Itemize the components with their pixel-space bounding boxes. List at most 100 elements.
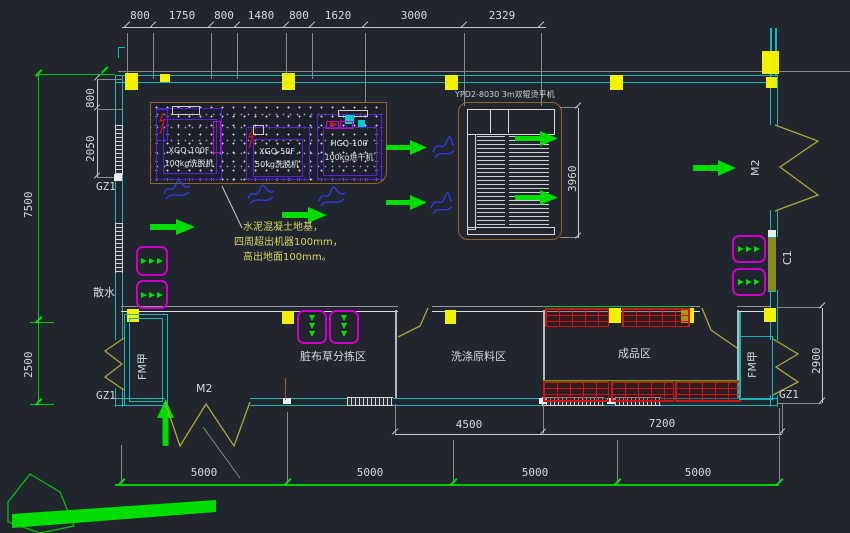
window-c1 [768,237,776,292]
utility-symbol [317,185,347,209]
extension-line [453,440,454,483]
zone-label-finished: 成品区 [618,347,651,360]
dim-top-6: 1620 [316,9,360,22]
column [282,311,294,324]
dim-5000-4: 5000 [673,466,723,479]
laundry-cart [732,235,766,263]
ironer-rollers-left [477,136,505,226]
laundry-cart [136,246,168,276]
extension-line [779,408,780,483]
machine-desc: 100kg洗脱机 [158,159,220,168]
break-line [198,420,258,490]
dim-3960: 3960 [566,166,579,193]
column [125,73,138,90]
door-finished-zone [698,304,740,352]
extension-line [211,33,212,79]
dim-line-left-inner [97,80,98,178]
annotation-line-3: 高出地面100mm。 [243,250,332,265]
shelving-rack [622,308,690,327]
cart-arrows-icon [308,315,316,339]
power-bolt-icon [158,112,166,136]
door-m2-right [772,121,822,213]
annotation-line-2: 四周超出机器100mm， [234,235,343,250]
annotation-line-1: 水泥混凝土地基， [243,220,323,235]
extension-line [617,440,618,483]
column [610,75,623,90]
column [762,51,779,74]
extension-line [287,412,288,483]
cart-arrows-icon [738,245,760,253]
window-bottom-1 [347,397,393,406]
laundry-cart [297,310,327,344]
flow-mini-arrow-icon [330,122,338,127]
column [445,75,458,90]
laundry-cart [732,268,766,296]
dim-top-1: 800 [118,9,162,22]
dim-top-2: 1750 [160,9,204,22]
machine-model: HGQ-100 [318,139,380,148]
door-washing-zone [394,306,434,342]
machine-desc: 50kg洗脱机 [246,160,308,169]
extension-line [777,403,822,404]
dim-line-top [122,27,546,28]
extension-line [312,33,313,79]
dim-left-7500: 7500 [22,192,35,219]
cart-arrows-icon [738,278,760,286]
machine-model: XGQ-50F [246,147,308,156]
flow-arrow-right-icon [515,190,559,205]
mark-gz1-bottomright: GZ1 [779,388,799,401]
laundry-cart [329,310,359,344]
duct-marker [358,120,365,127]
dim-left-800: 800 [84,88,97,108]
ironer-bottom-band [467,227,555,235]
machine-dryer-100kg-body [323,127,377,176]
shelving-rack [545,308,609,327]
column [764,308,776,322]
mark-fm-right: FM甲 [746,351,759,378]
machine-door [172,106,200,115]
dim-left-2500: 2500 [22,352,35,379]
rack-edge-line [543,306,690,307]
utility-symbol [428,190,454,218]
extension-line [38,74,115,75]
flow-arrow-right-icon [386,140,428,155]
ironer-divider [490,109,491,133]
zone-label-washing: 洗涤原料区 [451,350,506,363]
ironer-rollers-right [509,136,549,226]
column [282,73,295,90]
flow-arrow-right-icon [150,219,196,235]
dim-line-bottom-inner [395,434,782,435]
wall-stub-topleft [118,47,125,48]
utility-symbol [246,183,276,207]
wall-left-upper [115,75,123,340]
extension-line [365,33,366,106]
column [766,77,777,88]
laundry-cart [136,280,168,309]
mark-m2-bottom: M2 [196,382,213,395]
column [608,308,621,323]
dim-4500: 4500 [444,418,494,431]
dim-top-5: 800 [277,9,321,22]
flow-arrow-right-icon [693,160,737,176]
site-boundary-decor [0,438,230,533]
mark-gz1-topleft: GZ1 [96,180,116,193]
dim-5000-3: 5000 [510,466,560,479]
mark-fm-left: FM甲 [136,353,149,380]
wall-stub-topleft [118,47,119,58]
window-left-1 [115,125,123,175]
wall-marker [114,174,122,181]
cad-floor-plan-canvas: 800 1750 800 1480 800 1620 3000 2329 750… [0,0,850,533]
dim-top-7: 3000 [392,9,436,22]
window-left-2 [115,223,123,273]
label-sanshui: 散水 [93,286,115,299]
shelving-rack [543,381,609,402]
machine-model: XGQ-100F [158,146,220,155]
ironer-label: YPD2-8030 3m双辊烫平机 [455,90,585,99]
dim-2900: 2900 [810,348,823,375]
shelving-rack [675,381,741,402]
dim-top-8: 2329 [480,9,524,22]
extension-line [285,378,286,400]
zone-label-sorting: 脏布草分拣区 [300,350,366,363]
machine-desc: 100kg烘干机 [318,153,380,162]
column [160,74,170,82]
